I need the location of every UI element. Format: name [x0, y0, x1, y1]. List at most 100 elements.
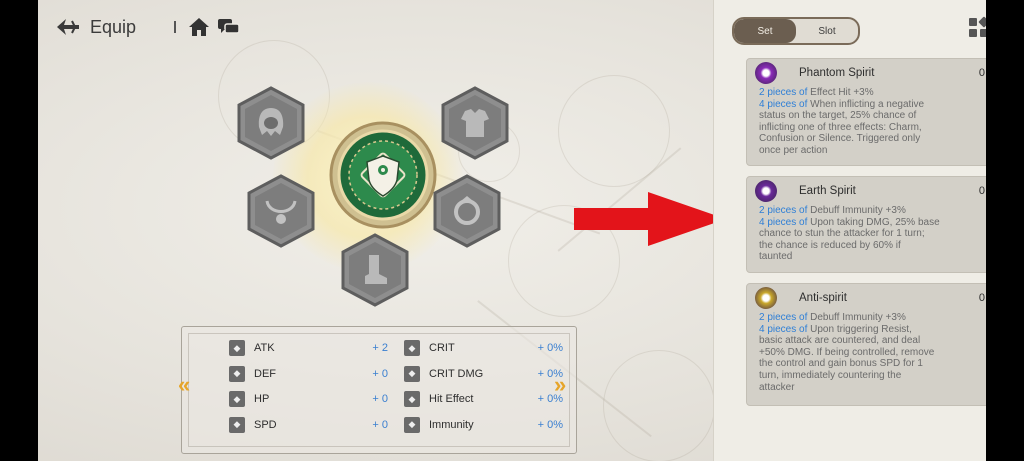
- stat-label: CRIT: [429, 342, 455, 354]
- stat-row-immunity: ◆ Immunity + 0%: [404, 415, 563, 435]
- stat-label: ATK: [254, 342, 275, 354]
- piece-count-label: 4 pieces of: [759, 323, 808, 335]
- game-screen: Equip ◆ ATK + 2 ◆ DEF + 0 ◆ HP + 0 ◆ SPD…: [38, 0, 986, 461]
- set-card-header: Phantom Spirit 0: [755, 62, 986, 84]
- piece-count-label: 4 pieces of: [759, 98, 808, 110]
- piece-count-label: 2 pieces of: [759, 87, 808, 98]
- set-emblem-icon: [755, 180, 777, 202]
- equipment-area: [228, 40, 518, 330]
- stat-row-hp: ◆ HP + 0: [229, 389, 388, 409]
- stat-value: + 0: [372, 367, 388, 380]
- stat-value: + 0: [372, 393, 388, 405]
- set-card-header: Earth Spirit 0: [755, 180, 986, 202]
- divider: [174, 21, 177, 33]
- set-card-earth-spirit[interactable]: Earth Spirit 0 2 pieces of Debuff Immunity…: [746, 176, 986, 273]
- toggle-set[interactable]: Set: [734, 19, 796, 43]
- set-bonus-text: chance to stun the attacker for 1 turn;: [759, 228, 925, 240]
- stat-row-crit-dmg: ◆ CRIT DMG + 0%: [404, 364, 563, 384]
- speed-icon: ◆: [229, 416, 245, 433]
- stat-label: SPD: [254, 418, 277, 431]
- set-bonus-text: attacker: [759, 381, 795, 393]
- next-page-button[interactable]: »: [554, 372, 566, 398]
- helmet-slot[interactable]: [234, 86, 308, 160]
- stat-label: DEF: [254, 367, 276, 380]
- stat-value: + 2: [372, 342, 388, 354]
- stat-label: Hit Effect: [429, 393, 474, 405]
- ring-icon: [454, 196, 480, 225]
- stat-row-def: ◆ DEF + 0: [229, 364, 388, 384]
- shield-icon: ◆: [229, 365, 245, 382]
- stat-row-crit: ◆ CRIT + 0%: [404, 338, 563, 358]
- set-emblem-icon: [755, 62, 777, 84]
- stat-label: CRIT DMG: [429, 367, 484, 380]
- set-name: Phantom Spirit: [799, 67, 875, 79]
- boots-icon: [365, 255, 387, 284]
- home-button[interactable]: [186, 14, 212, 40]
- set-name: Earth Spirit: [799, 185, 856, 197]
- set-bonus-2pc: 2 pieces of Effect Hit +3%: [759, 87, 874, 98]
- set-bonus-text: the control and gain bonus SPD for 1: [759, 358, 923, 370]
- set-bonus-text: inflicting one of three effects: Charm,: [759, 121, 922, 133]
- piece-count-label: 4 pieces of: [759, 216, 808, 228]
- set-bonus-text: Confusion or Silence. Triggered only: [759, 133, 921, 145]
- set-card-header: Anti-spirit 0: [755, 287, 986, 309]
- set-bonus-text: status on the target, 25% chance of: [759, 110, 917, 122]
- stat-label: Immunity: [429, 418, 474, 431]
- chat-button[interactable]: [216, 14, 242, 40]
- set-emblem-icon: [755, 287, 777, 309]
- set-count: 0: [978, 67, 985, 79]
- stat-row-hit-effect: ◆ Hit Effect + 0%: [404, 389, 563, 409]
- set-count: 0: [978, 185, 985, 197]
- moon-icon: ◆: [404, 416, 420, 433]
- set-bonus-text: basic attack are countered, and deal: [759, 335, 921, 347]
- crit-icon: ◆: [404, 340, 420, 356]
- set-count: 0: [978, 292, 985, 304]
- set-bonus-text: once per action: [759, 144, 828, 156]
- set-bonus-text: +50% DMG. If being controlled, remove: [759, 346, 935, 358]
- toggle-slot[interactable]: Slot: [796, 19, 858, 43]
- sword-icon: ◆: [229, 340, 245, 356]
- crit-dmg-icon: ◆: [404, 365, 420, 382]
- stat-row-atk: ◆ ATK + 2: [229, 338, 388, 358]
- home-icon: [189, 18, 210, 36]
- back-arrow-icon: [57, 19, 79, 35]
- bg-circle: [603, 350, 715, 461]
- shield-emblem-icon: [329, 121, 437, 229]
- set-bonus-text: taunted: [759, 251, 793, 263]
- boots-slot[interactable]: [338, 233, 412, 307]
- heart-icon: ◆: [229, 391, 245, 407]
- set-bonus-2pc: 2 pieces of Debuff Immunity +3%: [759, 205, 906, 216]
- set-name: Anti-spirit: [799, 292, 847, 304]
- set-bonus-4pc: 4 pieces of Upon taking DMG, 25% base: [759, 216, 940, 228]
- set-bonus-2pc: 2 pieces of Debuff Immunity +3%: [759, 312, 906, 323]
- stat-value: + 0: [372, 418, 388, 431]
- necklace-icon: [265, 200, 297, 224]
- piece-count-label: 2 pieces of: [759, 312, 808, 323]
- set-emblem[interactable]: [328, 120, 438, 230]
- page-title: Equip: [90, 16, 137, 37]
- set-bonus-4pc: 4 pieces of Upon triggering Resist,: [759, 323, 912, 335]
- stat-row-spd: ◆ SPD + 0: [229, 415, 388, 435]
- chat-icon: [218, 19, 240, 34]
- set-bonus-4pc: 4 pieces of When inflicting a negative: [759, 98, 925, 110]
- target-icon: ◆: [404, 391, 420, 407]
- set-card-phantom-spirit[interactable]: Phantom Spirit 0 2 pieces of Effect Hit +3…: [746, 58, 986, 166]
- set-bonus-text: turn, immediately countering the: [759, 369, 902, 381]
- set-card-anti-spirit[interactable]: Anti-spirit 0 2 pieces of Debuff Immunity …: [746, 283, 986, 406]
- red-arrow-icon: [574, 192, 726, 246]
- helmet-icon: [258, 108, 284, 136]
- piece-count-label: 2 pieces of: [759, 205, 808, 216]
- armor-slot[interactable]: [438, 86, 512, 160]
- ring-slot[interactable]: [430, 174, 504, 248]
- grid-icon[interactable]: [967, 16, 986, 40]
- stat-value: + 0%: [537, 342, 563, 354]
- top-bar: Equip: [54, 12, 242, 42]
- prev-page-button[interactable]: «: [178, 372, 190, 398]
- back-button[interactable]: [54, 13, 82, 41]
- stat-label: HP: [254, 393, 270, 405]
- necklace-slot[interactable]: [244, 174, 318, 248]
- set-list-panel: Set Slot Phantom Spirit 0 2 pieces of Effe…: [713, 0, 986, 461]
- armor-icon: [461, 109, 489, 137]
- set-slot-toggle[interactable]: Set Slot: [732, 17, 860, 45]
- set-bonus-text: the chance is reduced by 60% if: [759, 239, 901, 251]
